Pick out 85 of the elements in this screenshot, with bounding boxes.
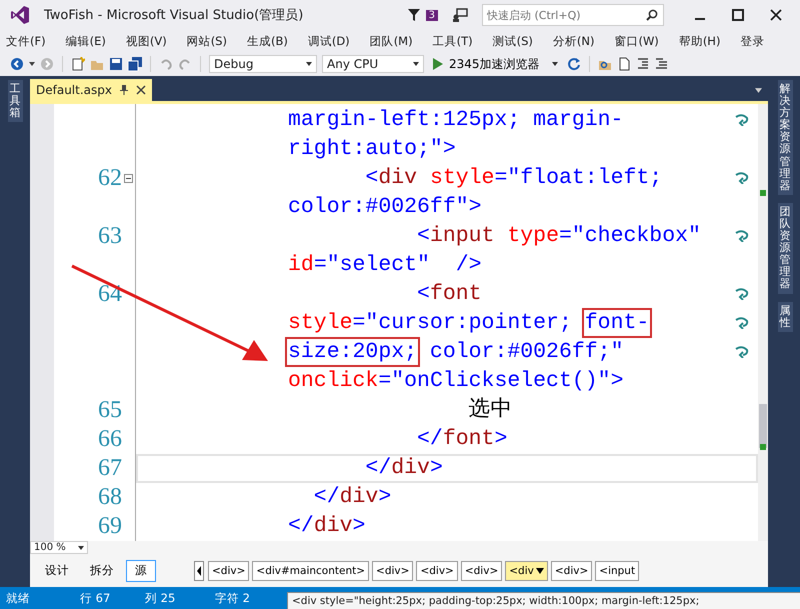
code-line: color:#0026ff"> [288, 194, 482, 221]
menu-item[interactable]: 生成(B) [246, 34, 288, 48]
close-icon[interactable] [770, 9, 782, 21]
save-icon[interactable] [109, 57, 123, 71]
menu-item[interactable]: 文件(F) [6, 34, 46, 48]
zoom-dropdown[interactable]: 100 % [30, 541, 88, 554]
code-line: </div> [312, 484, 392, 511]
code-line: </div> [364, 455, 443, 482]
code-line: id="select" /> [288, 252, 482, 279]
quick-launch-field[interactable]: 快速启动 (Ctrl+Q) [482, 4, 664, 26]
code-line: </font> [416, 426, 508, 453]
code-line: right:auto;"> [288, 136, 456, 163]
toolbox-tab[interactable]: 工具箱 [8, 80, 22, 122]
view-mode-button[interactable]: 拆分 [81, 560, 123, 582]
feedback-icon[interactable] [452, 8, 468, 22]
save-all-icon[interactable] [128, 57, 142, 71]
menu-item[interactable]: 窗口(W) [614, 34, 659, 48]
side-panel-tab[interactable]: 解决方案资源管理器 [778, 80, 792, 195]
line-number: 63 [98, 222, 122, 251]
side-panel-tab[interactable]: 团队资源管理器 [778, 202, 792, 294]
filter-icon[interactable] [408, 9, 420, 21]
breadcrumb-item[interactable]: <div> [416, 560, 458, 581]
menu-item[interactable]: 编辑(E) [66, 34, 106, 48]
refresh-icon[interactable] [566, 57, 581, 71]
code-line: <div style="float:left; [364, 165, 662, 192]
document-tab[interactable]: Default.aspx [30, 79, 152, 101]
menu-item[interactable]: 工具(T) [432, 34, 473, 48]
indent-icon[interactable] [636, 57, 650, 71]
breadcrumb-item[interactable]: <div> [208, 560, 250, 581]
menu-item[interactable]: 测试(S) [492, 34, 533, 48]
breadcrumb-item[interactable]: <div [505, 560, 548, 581]
menu-item[interactable]: 帮助(H) [678, 34, 720, 48]
search-icon [646, 9, 658, 21]
document-icon[interactable] [616, 57, 631, 71]
scroll-left-icon[interactable] [193, 560, 205, 581]
line-number: 66 [98, 425, 122, 454]
code-line: <input type="checkbox" [416, 223, 701, 250]
menu-item[interactable]: 网站(S) [186, 34, 227, 48]
line-number: 65 [98, 396, 122, 425]
code-line: margin-left:125px; margin- [288, 107, 624, 134]
configuration-dropdown[interactable]: Debug [209, 55, 317, 73]
code-line: style="cursor:pointer; font- [288, 310, 650, 337]
side-panel-tab[interactable]: 属性 [778, 302, 792, 332]
back-icon[interactable] [10, 57, 24, 71]
platform-dropdown[interactable]: Any CPU [322, 55, 424, 73]
app-logo-icon [10, 5, 30, 25]
status-text: 就绪 [6, 590, 31, 606]
code-line: 选中 [468, 397, 513, 424]
menu-item[interactable]: 分析(N) [552, 34, 594, 48]
collapse-icon[interactable] [124, 174, 133, 183]
breadcrumb-item[interactable]: <div> [372, 560, 414, 581]
view-mode-button[interactable]: 源 [126, 560, 156, 582]
breadcrumb-item[interactable]: <div> [550, 560, 592, 581]
vertical-scrollbar[interactable] [758, 104, 768, 541]
menu-item[interactable]: 视图(V) [126, 34, 167, 48]
code-line: </div> [288, 513, 366, 540]
dropdown-caret-icon[interactable] [29, 62, 35, 66]
dropdown-caret-icon[interactable] [755, 88, 762, 92]
window-title: TwoFish - Microsoft Visual Studio(管理员) [44, 7, 304, 24]
line-indicator: 行 67 [80, 590, 112, 606]
close-icon[interactable] [136, 85, 146, 95]
code-line: size:20px; color:#0026ff;" [288, 339, 624, 366]
menu-item[interactable]: 团队(M) [370, 34, 413, 48]
play-icon [433, 58, 443, 70]
code-line: <font [416, 281, 482, 308]
menu-item[interactable]: 调试(D) [308, 34, 350, 48]
column-indicator: 列 25 [145, 590, 176, 606]
breadcrumb-item[interactable]: <input [595, 560, 640, 581]
line-number: 69 [98, 512, 122, 541]
view-mode-button[interactable]: 设计 [36, 560, 78, 582]
line-number: 67 [98, 454, 122, 483]
caret-icon [536, 568, 544, 574]
new-project-icon[interactable] [71, 57, 85, 71]
line-number: 62 [98, 164, 122, 193]
sign-in-link[interactable]: 登录 [740, 34, 764, 48]
start-button[interactable]: 2345加速浏览器 [429, 56, 562, 72]
code-line: onclick="onClickselect()"> [288, 368, 624, 395]
pin-icon[interactable] [120, 85, 128, 95]
char-indicator: 字符 2 [215, 590, 250, 606]
notification-badge[interactable]: 3 [426, 10, 438, 20]
breadcrumb-item[interactable]: <div#maincontent> [252, 560, 370, 581]
line-number: 68 [98, 483, 122, 512]
maximize-icon[interactable] [732, 9, 744, 21]
tooltip: <div style="height:25px; padding-top:25px; width:100px; margin-left:125px; [287, 592, 800, 609]
breadcrumb-item[interactable]: <div> [460, 560, 502, 581]
